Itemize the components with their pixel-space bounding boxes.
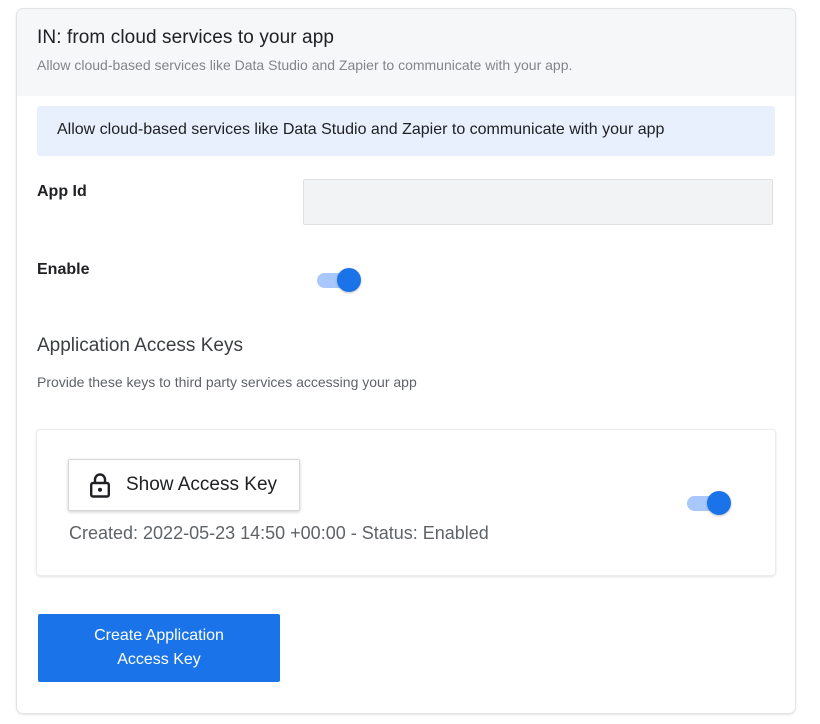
enable-label: Enable [37, 261, 90, 278]
card-subtitle: Allow cloud-based services like Data Stu… [37, 57, 573, 73]
access-keys-subtitle: Provide these keys to third party servic… [37, 374, 417, 390]
info-banner-text: Allow cloud-based services like Data Stu… [57, 121, 665, 138]
cloud-services-card: IN: from cloud services to your app Allo… [17, 9, 795, 713]
card-header: IN: from cloud services to your app Allo… [17, 9, 795, 96]
create-access-key-label: Create Application Access Key [94, 627, 224, 668]
card-title: IN: from cloud services to your app [37, 27, 335, 48]
key-toggle-thumb [707, 491, 731, 515]
app-id-input[interactable] [303, 179, 773, 225]
enable-toggle[interactable] [317, 266, 363, 294]
key-enabled-toggle[interactable] [687, 489, 733, 517]
access-key-card: Show Access Key Created: 2022-05-23 14:5… [37, 430, 775, 575]
access-keys-title: Application Access Keys [37, 335, 243, 356]
info-banner: Allow cloud-based services like Data Stu… [37, 106, 775, 156]
show-access-key-button[interactable]: Show Access Key [68, 459, 300, 511]
create-access-key-button[interactable]: Create Application Access Key [38, 614, 280, 682]
lock-icon [89, 472, 111, 498]
key-created-status: Created: 2022-05-23 14:50 +00:00 - Statu… [69, 523, 489, 543]
app-id-label: App Id [37, 183, 87, 200]
enable-toggle-thumb [337, 268, 361, 292]
show-access-key-label: Show Access Key [126, 474, 278, 495]
